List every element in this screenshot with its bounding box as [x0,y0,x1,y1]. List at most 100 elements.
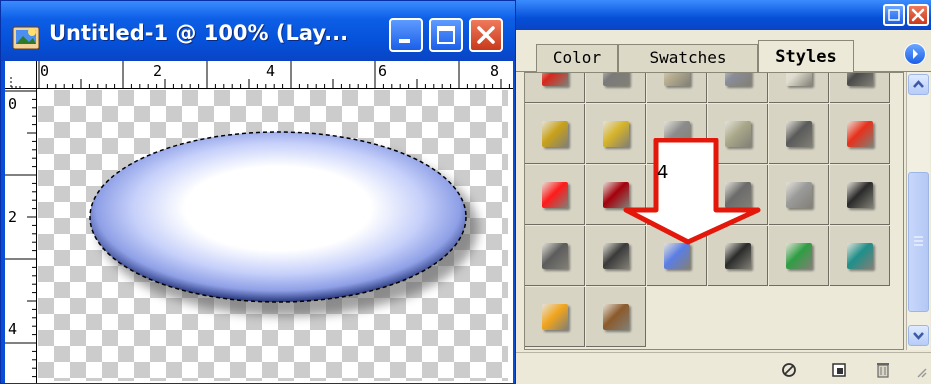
close-button[interactable] [469,18,503,52]
style-black-shadow[interactable] [586,226,646,286]
palette-minimize-button[interactable] [883,4,905,26]
style-bevel-steel-partial-preview [725,73,751,86]
style-black-knob[interactable] [708,226,768,286]
style-bevel-light-partial-preview [786,73,812,86]
close-icon [911,8,925,22]
no-style-icon[interactable] [778,359,800,381]
style-orange-bevel-preview [542,304,568,330]
style-olive-plate-preview [725,121,751,147]
style-dark-red-glass[interactable] [586,165,646,225]
style-red-ring[interactable] [647,165,707,225]
style-red-spatter[interactable] [525,165,585,225]
maximize-icon [437,26,455,44]
horizontal-ruler[interactable]: 0 2 4 6 8 [37,61,513,89]
style-red-ring-preview [664,182,690,208]
document-client-area: 0 2 4 6 8 0 2 4 [5,61,513,383]
style-chrome-button[interactable] [708,165,768,225]
style-blue-glass[interactable] [647,226,707,286]
scroll-down-arrow-icon [913,332,924,340]
style-black-knob-preview [725,243,751,269]
style-gray-chisel[interactable] [647,104,707,164]
style-gray-gradient[interactable] [769,165,829,225]
style-gold-outline-preview [603,121,629,147]
style-gold-frame-preview [542,121,568,147]
style-gold-frame[interactable] [525,104,585,164]
style-bevel-tan-partial[interactable] [647,73,707,103]
document-title: Untitled-1 @ 100% (Lay... [49,21,349,45]
maximize-button[interactable] [429,18,463,52]
ruler-label-4: 4 [266,62,276,80]
ruler-label-left-0: 0 [8,95,18,113]
style-olive-plate[interactable] [708,104,768,164]
style-brown-wood[interactable] [586,287,646,347]
minimize-button[interactable] [389,18,423,52]
scroll-down-button[interactable] [908,325,929,346]
style-bevel-steel-partial[interactable] [708,73,768,103]
photoshop-document-icon [11,23,43,51]
style-black-glass-preview [847,182,873,208]
style-bevel-gray-partial-preview [603,73,629,86]
style-gold-outline[interactable] [586,104,646,164]
style-bevel-red-partial-preview [542,73,568,86]
ruler-origin[interactable] [5,61,37,89]
minimize-icon [888,9,900,21]
ruler-label-2: 2 [153,62,163,80]
style-black-shadow-preview [603,243,629,269]
palette-titlebar[interactable] [516,0,931,30]
style-red-spatter-preview [542,182,568,208]
palette-scrollbar[interactable] [906,72,930,350]
new-style-icon[interactable] [828,359,850,381]
palette-tab-strip: Color Swatches Styles [516,30,931,73]
style-swatch-grid [524,72,904,350]
resize-grip-icon[interactable] [908,359,930,381]
scroll-up-arrow-icon [913,80,924,88]
scroll-up-button[interactable] [908,74,929,95]
ellipse-layer[interactable] [90,132,466,302]
palette-menu-arrow-icon [913,49,918,59]
style-orange-bevel[interactable] [525,287,585,347]
style-dark-gray-bevel-preview [542,243,568,269]
styles-palette: Color Swatches Styles [516,0,931,384]
scroll-thumb[interactable] [908,172,929,312]
document-window: Untitled-1 @ 100% (Lay... 0 2 4 6 8 0 2 … [0,0,516,384]
style-bevel-light-partial[interactable] [769,73,829,103]
style-green-stripes[interactable] [769,226,829,286]
tab-color[interactable]: Color [536,44,618,72]
style-bevel-dark-partial[interactable] [830,73,890,103]
style-teal-stripes-preview [847,243,873,269]
close-icon [477,26,495,44]
style-bevel-dark-partial-preview [847,73,873,86]
ruler-label-6: 6 [378,62,388,80]
document-canvas[interactable] [38,90,508,381]
style-zebra-texture[interactable] [769,104,829,164]
style-red-glow-preview [847,121,873,147]
style-red-glow[interactable] [830,104,890,164]
tab-swatches[interactable]: Swatches [618,44,758,72]
style-black-glass[interactable] [830,165,890,225]
style-zebra-texture-preview [786,121,812,147]
style-bevel-tan-partial-preview [664,73,690,86]
style-dark-red-glass-preview [603,182,629,208]
ruler-label-0: 0 [40,62,50,80]
delete-style-icon[interactable] [872,359,894,381]
style-bevel-gray-partial[interactable] [586,73,646,103]
style-brown-wood-preview [603,304,629,330]
style-gray-gradient-preview [786,182,812,208]
style-green-stripes-preview [786,243,812,269]
tab-styles[interactable]: Styles [758,40,854,73]
palette-menu-button[interactable] [904,43,926,65]
style-dark-gray-bevel[interactable] [525,226,585,286]
style-blue-glass-preview [664,243,690,269]
ruler-label-left-4: 4 [8,320,18,338]
ruler-label-8: 8 [490,62,500,80]
scroll-grip-icon [914,236,923,246]
palette-status-row [516,352,931,384]
ruler-label-left-2: 2 [8,208,18,226]
style-teal-stripes[interactable] [830,226,890,286]
annotation-step-label: 4 [657,162,669,183]
style-chrome-button-preview [725,182,751,208]
palette-close-button[interactable] [907,4,929,26]
style-bevel-red-partial[interactable] [525,73,585,103]
document-titlebar[interactable]: Untitled-1 @ 100% (Lay... [1,1,515,61]
vertical-ruler[interactable]: 0 2 4 [5,89,37,383]
